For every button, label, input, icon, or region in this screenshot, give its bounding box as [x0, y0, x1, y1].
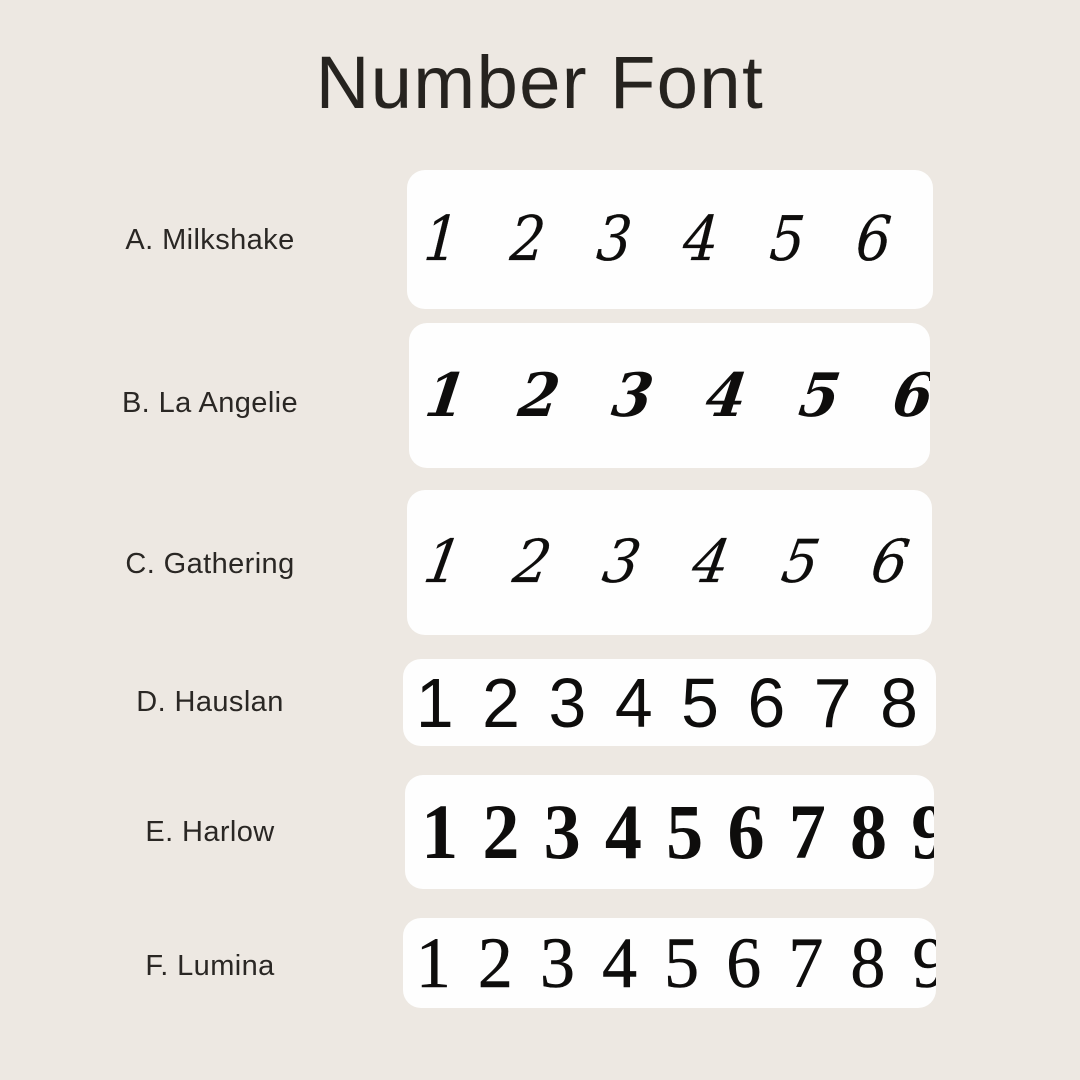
- page-title: Number Font: [315, 41, 765, 124]
- font-label-milkshake: A. Milkshake: [125, 224, 295, 256]
- font-sample-card-gathering[interactable]: 1 2 3 4 5 6 7 8 9 0: [407, 490, 932, 635]
- font-sample-card-hauslan[interactable]: 1 2 3 4 5 6 7 8 9 0: [403, 659, 936, 746]
- font-label-la-angelie: B. La Angelie: [121, 387, 299, 419]
- font-label-hauslan: D. Hauslan: [136, 686, 284, 718]
- font-sample-card-lumina[interactable]: 1 2 3 4 5 6 7 8 9 0: [403, 918, 936, 1008]
- numeral-specimen-hauslan: 1 2 3 4 5 6 7 8 9 0: [415, 663, 936, 742]
- numeral-specimen-gathering: 1 2 3 4 5 6 7 8 9 0: [419, 527, 932, 597]
- font-label-harlow: E. Harlow: [145, 816, 275, 848]
- numeral-specimen-harlow: 1 2 3 4 5 6 7 8 9 0: [421, 788, 934, 875]
- numeral-specimen-lumina: 1 2 3 4 5 6 7 8 9 0: [415, 923, 936, 1003]
- font-specimen-poster: Number Font A. Milkshake 1 2 3 4 5 6 7 8…: [0, 0, 1080, 1080]
- numeral-specimen-milkshake: 1 2 3 4 5 6 7 8 9 0: [421, 203, 933, 275]
- font-sample-card-la-angelie[interactable]: 1 2 3 4 5 6 7 8 9 0: [409, 323, 930, 468]
- numeral-specimen-la-angelie: 1 2 3 4 5 6 7 8 9 0: [421, 360, 930, 431]
- font-label-lumina: F. Lumina: [145, 950, 275, 982]
- font-sample-card-harlow[interactable]: 1 2 3 4 5 6 7 8 9 0: [405, 775, 934, 889]
- font-label-gathering: C. Gathering: [125, 548, 295, 580]
- font-sample-card-milkshake[interactable]: 1 2 3 4 5 6 7 8 9 0: [407, 170, 933, 309]
